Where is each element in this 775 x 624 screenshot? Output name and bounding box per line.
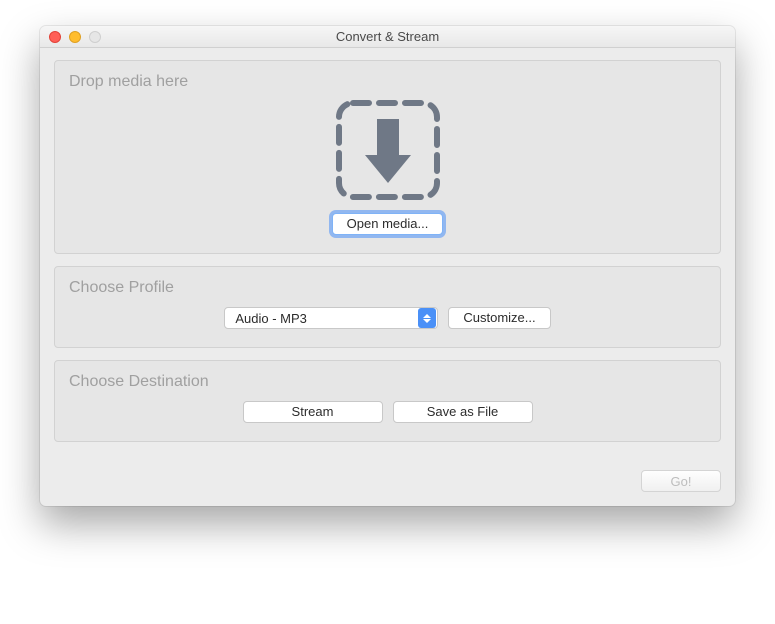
window-title: Convert & Stream xyxy=(40,29,735,44)
go-button: Go! xyxy=(641,470,721,492)
select-stepper-icon xyxy=(418,308,436,328)
destination-panel-title: Choose Destination xyxy=(69,373,706,391)
drop-zone[interactable]: Open media... xyxy=(69,101,706,235)
footer: Go! xyxy=(40,468,735,506)
chevron-down-icon xyxy=(423,319,431,323)
profile-select-value: Audio - MP3 xyxy=(235,311,418,326)
destination-panel: Choose Destination Stream Save as File xyxy=(54,360,721,442)
stream-button[interactable]: Stream xyxy=(243,401,383,423)
content-area: Drop media here Open media... Choose Pro… xyxy=(40,48,735,468)
titlebar[interactable]: Convert & Stream xyxy=(40,26,735,48)
customize-button[interactable]: Customize... xyxy=(448,307,550,329)
open-media-button[interactable]: Open media... xyxy=(332,213,444,235)
drop-panel: Drop media here Open media... xyxy=(54,60,721,254)
chevron-up-icon xyxy=(423,314,431,318)
download-arrow-icon xyxy=(333,97,443,203)
profile-panel: Choose Profile Audio - MP3 Customize... xyxy=(54,266,721,348)
drop-panel-title: Drop media here xyxy=(69,73,706,91)
save-as-file-button[interactable]: Save as File xyxy=(393,401,533,423)
profile-panel-title: Choose Profile xyxy=(69,279,706,297)
convert-stream-window: Convert & Stream Drop media here Open me… xyxy=(40,26,735,506)
profile-select[interactable]: Audio - MP3 xyxy=(224,307,438,329)
